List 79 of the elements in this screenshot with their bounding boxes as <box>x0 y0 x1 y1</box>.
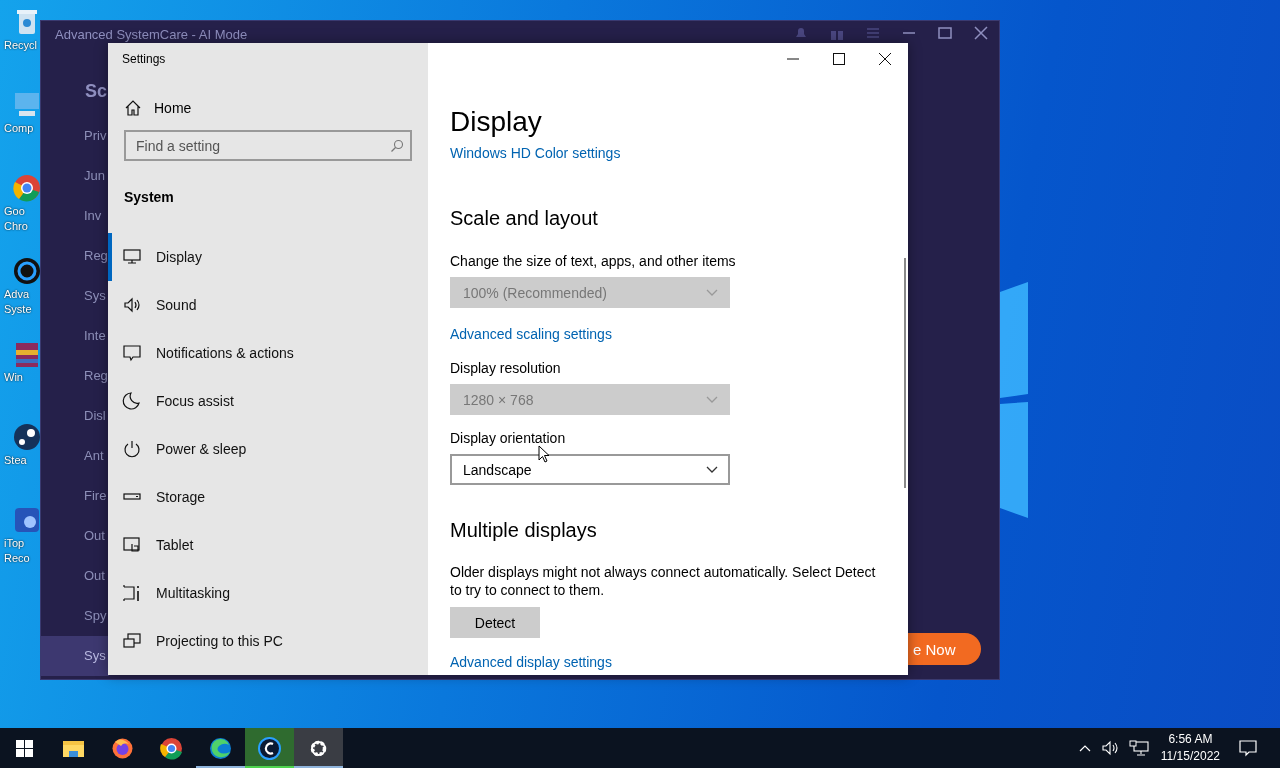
speaker-icon[interactable] <box>1100 740 1119 756</box>
chrome-icon <box>159 735 184 761</box>
nav-item[interactable]: Disl <box>41 396 109 436</box>
maximize-icon[interactable] <box>832 52 846 66</box>
shortcut-label: Comp <box>3 121 34 136</box>
section-heading: Scale and layout <box>450 206 598 231</box>
chevron-down-icon <box>706 465 718 474</box>
nav-item[interactable]: Inv <box>41 196 109 236</box>
nav-item[interactable]: Jun <box>41 156 109 196</box>
taskbar-button[interactable] <box>245 728 294 768</box>
shortcut-label: iTop <box>3 536 25 551</box>
nav-item[interactable]: Power & sleep <box>108 425 428 473</box>
steam-icon[interactable] <box>11 421 43 453</box>
tablet-icon <box>122 535 142 555</box>
window-title: Settings <box>121 51 167 66</box>
power-icon <box>122 439 142 459</box>
page-heading: Sc <box>84 80 109 103</box>
dropdown[interactable]: Landscape <box>450 454 730 485</box>
chevron-down-icon <box>706 288 718 297</box>
nav-item[interactable]: Projecting to this PC <box>108 617 428 665</box>
shortcut-label: Win <box>3 370 23 385</box>
shortcut-label: Chro <box>3 219 28 234</box>
search-icon <box>390 139 404 153</box>
settings-link[interactable]: Advanced scaling settings <box>450 324 612 344</box>
nav-item[interactable]: Priv <box>41 116 109 156</box>
speaker-icon <box>122 295 142 315</box>
shortcut-label: Syste <box>3 302 32 317</box>
nav-item[interactable]: Multitasking <box>108 569 428 617</box>
nav-item[interactable]: Out <box>41 556 109 596</box>
nav-item[interactable]: Sys <box>41 276 109 316</box>
nav-item[interactable]: Tablet <box>108 521 428 569</box>
nav-item[interactable]: Fire <box>41 476 109 516</box>
shortcut-label: Recycl <box>3 38 37 53</box>
moon-icon <box>122 391 142 411</box>
section-title: System <box>123 189 175 205</box>
section-heading: Multiple displays <box>450 518 597 543</box>
projector-icon <box>122 631 142 651</box>
nav-item[interactable]: Notifications & actions <box>108 329 428 377</box>
chevron-down-icon <box>706 395 718 404</box>
nav-item[interactable]: Reg <box>41 236 109 276</box>
nav-item[interactable]: Focus assist <box>108 377 428 425</box>
nav-item[interactable]: Out <box>41 516 109 556</box>
notification-icon[interactable] <box>1238 739 1258 757</box>
settings-link[interactable]: Windows HD Color settings <box>450 143 621 163</box>
speech-bubble-icon <box>122 343 142 363</box>
nav-item[interactable]: Ant <box>41 436 109 476</box>
field-label: Display orientation <box>450 429 566 448</box>
nav-item[interactable]: Sys <box>41 636 109 676</box>
home-icon <box>124 98 142 117</box>
network-icon[interactable] <box>1128 740 1149 756</box>
multitasking-icon <box>122 583 142 603</box>
shortcut-label: Stea <box>3 453 27 468</box>
description-text: Older displays might not always connect automatically. Select Detect to try to connect to them. <box>450 563 877 599</box>
nav-item[interactable]: Sound <box>108 281 428 329</box>
close-icon[interactable] <box>878 52 892 66</box>
mouse-pointer-icon <box>538 445 550 463</box>
nav-item[interactable]: Inte <box>41 316 109 356</box>
shortcut-label: Goo <box>3 204 25 219</box>
display-icon <box>122 247 142 267</box>
clock[interactable]: 6:56 AM 11/15/2022 <box>1158 731 1228 765</box>
shortcut-label: Adva <box>3 287 30 302</box>
page-title: Display <box>450 105 543 139</box>
search-field[interactable]: Find a setting <box>124 130 412 161</box>
settings-link[interactable]: Advanced display settings <box>450 652 612 672</box>
nav-item[interactable]: Reg <box>41 356 109 396</box>
taskbar-button[interactable] <box>294 728 343 768</box>
edge-icon <box>208 735 233 761</box>
caret-up-icon[interactable] <box>1078 744 1091 752</box>
shortcut-label: Reco <box>3 551 30 566</box>
chrome-icon[interactable] <box>11 172 43 204</box>
home-nav-item[interactable]: Home <box>108 96 428 119</box>
nav-item[interactable]: Spy <box>41 596 109 636</box>
nav-item[interactable]: Storage <box>108 473 428 521</box>
detect-button[interactable]: Detect <box>450 607 540 638</box>
field-label: Display resolution <box>450 359 561 378</box>
action-button[interactable]: e Now <box>907 633 981 665</box>
field-label: Change the size of text, apps, and other items <box>450 252 736 271</box>
window-title: Advanced SystemCare - AI Mode <box>55 27 248 42</box>
scrollbar[interactable] <box>904 258 906 488</box>
